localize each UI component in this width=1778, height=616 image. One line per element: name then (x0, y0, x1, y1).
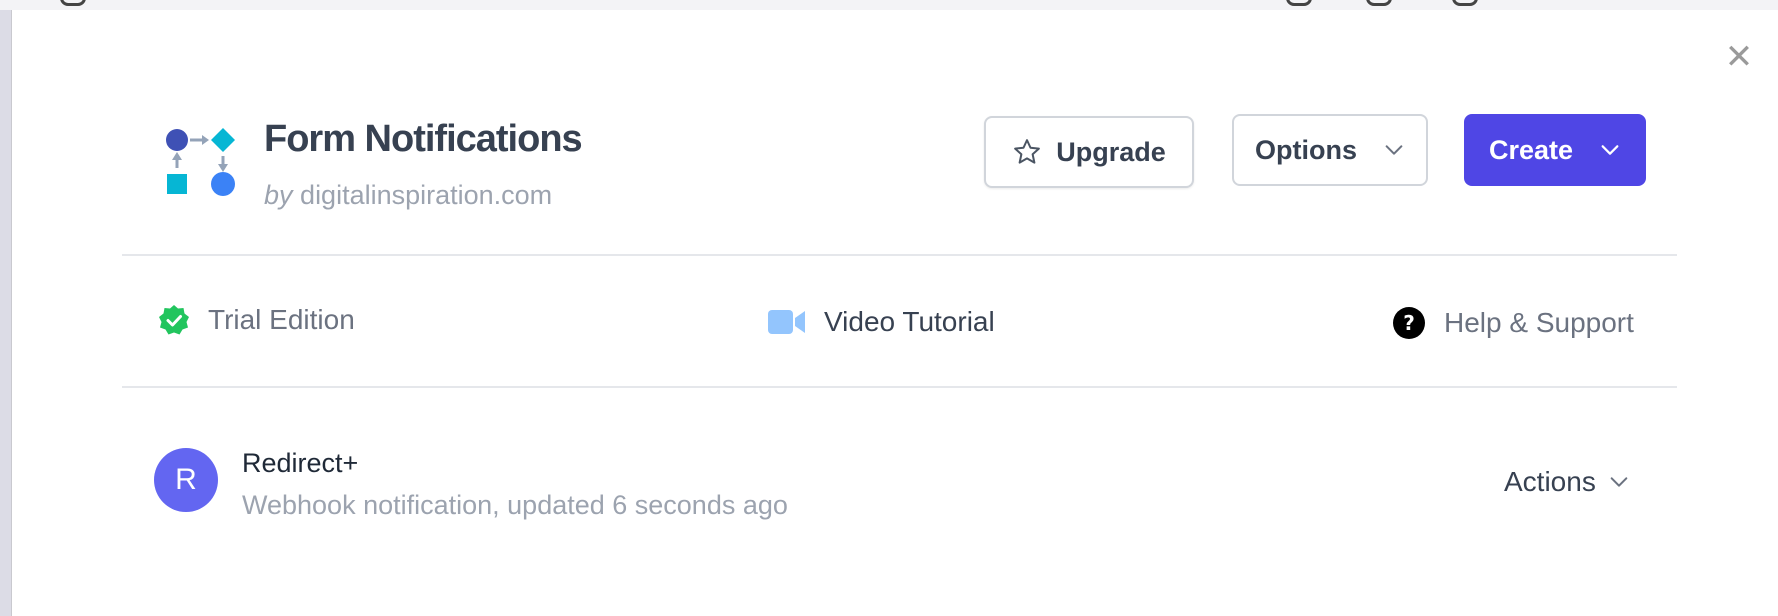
trial-edition-link[interactable]: Trial Edition (158, 304, 355, 336)
avatar: R (154, 448, 218, 512)
browser-side-edge (0, 10, 12, 616)
help-support-link[interactable]: ? Help & Support (1392, 306, 1634, 340)
info-divider (122, 386, 1677, 388)
app-byline: by digitalinspiration.com (264, 180, 552, 211)
upgrade-button[interactable]: Upgrade (984, 116, 1194, 188)
notification-name[interactable]: Redirect+ (242, 448, 358, 479)
app-title: Form Notifications (264, 118, 583, 160)
create-label: Create (1488, 134, 1574, 165)
options-button[interactable]: Options (1232, 114, 1428, 186)
actions-label: Actions (1504, 466, 1596, 497)
actions-dropdown[interactable]: Actions (1504, 466, 1630, 498)
byline-domain: digitalinspiration.com (300, 180, 553, 210)
chevron-down-icon (1601, 145, 1619, 155)
star-icon (1014, 139, 1041, 164)
browser-toolbar-icon[interactable] (60, 0, 86, 6)
create-button[interactable]: Create (1464, 114, 1646, 186)
chevron-down-icon (1385, 145, 1403, 155)
browser-toolbar-icon[interactable] (1286, 0, 1312, 6)
upgrade-label: Upgrade (1056, 136, 1166, 167)
header-divider (122, 254, 1677, 256)
browser-toolbar-icon[interactable] (1452, 0, 1478, 6)
options-label: Options (1255, 134, 1357, 165)
browser-toolbar-icon[interactable] (1366, 0, 1392, 6)
video-tutorial-link[interactable]: Video Tutorial (768, 306, 995, 338)
trial-edition-label: Trial Edition (208, 304, 355, 335)
check-badge-icon (159, 305, 189, 335)
workflow-logo-icon (166, 128, 235, 196)
video-camera-icon (768, 310, 805, 334)
byline-prefix: by (264, 180, 293, 210)
question-circle-icon: ? (1393, 307, 1425, 339)
chevron-down-icon (1610, 477, 1628, 487)
addon-dialog: ✕ Form Notifications by digitalinspirati… (12, 10, 1778, 616)
help-support-label: Help & Support (1444, 307, 1634, 338)
close-icon[interactable]: ✕ (1722, 40, 1756, 74)
video-tutorial-label: Video Tutorial (824, 306, 995, 337)
notification-subtitle: Webhook notification, updated 6 seconds … (242, 490, 788, 520)
svg-text:?: ? (1403, 311, 1415, 335)
